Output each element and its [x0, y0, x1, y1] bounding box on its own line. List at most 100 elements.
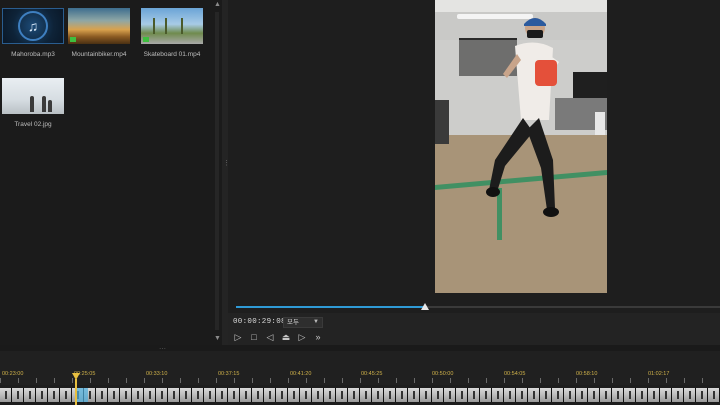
video-track[interactable]	[0, 385, 720, 405]
video-clip-frames[interactable]	[0, 388, 720, 402]
clip-frame	[456, 388, 468, 402]
scrubber-progress	[236, 306, 425, 308]
clip-frame	[708, 388, 720, 402]
clip-frame	[192, 388, 204, 402]
clip-frame	[300, 388, 312, 402]
play-icon[interactable]: ▷	[233, 332, 243, 342]
clip-frame	[0, 388, 12, 402]
person-graphic	[42, 96, 46, 112]
clip-frame	[60, 388, 72, 402]
ruler-tick	[270, 378, 271, 383]
next-frame-icon[interactable]: ▷	[297, 332, 307, 342]
stop-icon[interactable]: □	[249, 332, 259, 342]
ruler-tick	[468, 378, 469, 383]
clip-frame	[396, 388, 408, 402]
video-badge-icon	[143, 37, 149, 42]
ruler-tick	[432, 378, 433, 383]
ruler-tick	[450, 378, 451, 383]
ruler-label: 00:54:05	[504, 371, 526, 377]
ruler-tick	[648, 378, 649, 383]
ruler-tick	[54, 378, 55, 383]
clip-frame	[384, 388, 396, 402]
ruler-tick	[504, 378, 505, 383]
ruler-tick	[630, 378, 631, 383]
ruler-tick	[288, 378, 289, 383]
clip-frame	[216, 388, 228, 402]
preview-panel: 00:00:29:08 모두 ▼ ▷ □ ◁ ⏏ ▷ »	[228, 0, 720, 345]
snapshot-icon[interactable]: ⏏	[281, 332, 291, 342]
ruler-tick	[342, 378, 343, 383]
media-thumbnail	[68, 8, 130, 44]
preview-scrubber[interactable]	[236, 303, 720, 310]
ruler-tick	[360, 378, 361, 383]
library-scrollbar[interactable]: ▲ ▼	[212, 0, 222, 345]
timeline-ruler[interactable]: 00:23:00 00:25:05 00:33:10 00:37:15 00:4…	[0, 369, 720, 383]
ruler-tick	[576, 378, 577, 383]
media-item-audio[interactable]: ♫ Mahoroba.mp3	[2, 8, 68, 58]
clip-frame	[168, 388, 180, 402]
clip-frame	[204, 388, 216, 402]
chevron-down-icon: ▼	[313, 319, 319, 325]
ruler-tick	[396, 378, 397, 383]
ruler-label: 00:41:20	[290, 371, 312, 377]
media-thumbnail: ♫	[2, 8, 64, 44]
clip-frame	[24, 388, 36, 402]
clip-frame	[408, 388, 420, 402]
palm-tree-graphic	[153, 18, 155, 34]
clip-frame	[48, 388, 60, 402]
prev-frame-icon[interactable]: ◁	[265, 332, 275, 342]
media-item-image[interactable]: Travel 02.jpg	[0, 78, 64, 128]
clip-frame	[348, 388, 360, 402]
clip-frame	[108, 388, 120, 402]
media-item-video[interactable]: Mountainbiker.mp4	[68, 8, 134, 58]
ruler-tick	[144, 378, 145, 383]
ruler-label: 00:37:15	[218, 371, 240, 377]
clip-frame	[696, 388, 708, 402]
ruler-tick	[558, 378, 559, 383]
video-badge-icon	[70, 37, 76, 42]
clip-frame	[600, 388, 612, 402]
clip-frame	[636, 388, 648, 402]
ruler-tick	[198, 378, 199, 383]
clip-frame	[252, 388, 264, 402]
clip-frame	[564, 388, 576, 402]
fast-forward-icon[interactable]: »	[313, 332, 323, 342]
scrubber-knob[interactable]	[420, 303, 429, 310]
media-item-video[interactable]: Skateboard 01.mp4	[141, 8, 207, 58]
person-graphic	[48, 100, 52, 112]
scrollbar-thumb[interactable]	[215, 12, 219, 330]
clip-frame	[372, 388, 384, 402]
scroll-down-icon[interactable]: ▼	[214, 335, 221, 343]
clip-frame	[12, 388, 24, 402]
ruler-tick	[216, 378, 217, 383]
media-item-name: Mahoroba.mp3	[11, 51, 55, 58]
clip-frame	[228, 388, 240, 402]
clip-frame	[120, 388, 132, 402]
clip-frame	[180, 388, 192, 402]
media-library-panel: ♫ Mahoroba.mp3 Mountainbiker.mp4 Skatebo…	[0, 0, 222, 345]
clip-frame	[576, 388, 588, 402]
clip-frame	[516, 388, 528, 402]
ruler-label: 00:23:00	[2, 371, 24, 377]
ruler-tick	[702, 378, 703, 383]
clip-frame	[660, 388, 672, 402]
clip-frame	[324, 388, 336, 402]
clip-frame	[144, 388, 156, 402]
video-preview-frame	[435, 0, 607, 293]
scroll-up-icon[interactable]: ▲	[214, 1, 221, 9]
ruler-tick	[36, 378, 37, 383]
clip-frame	[336, 388, 348, 402]
clip-frame	[480, 388, 492, 402]
playhead-line	[75, 379, 77, 405]
clip-frame	[612, 388, 624, 402]
quality-select[interactable]: 모두 ▼	[283, 317, 323, 328]
ruler-tick	[234, 378, 235, 383]
ruler-tick	[414, 378, 415, 383]
clip-frame	[540, 388, 552, 402]
timecode-display: 00:00:29:08	[233, 318, 286, 326]
palm-tree-graphic	[165, 18, 167, 34]
media-thumbnail	[141, 8, 203, 44]
ruler-tick	[486, 378, 487, 383]
clip-frame	[276, 388, 288, 402]
ruler-label: 00:50:00	[432, 371, 454, 377]
